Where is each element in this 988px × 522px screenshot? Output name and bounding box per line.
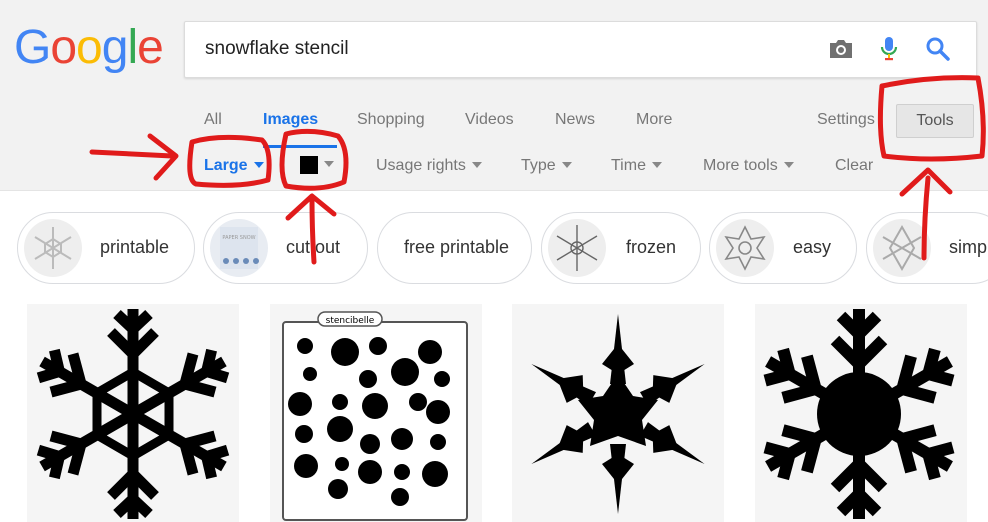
snowflake-image [27, 309, 239, 522]
logo-letter-g2: g [101, 21, 129, 74]
time-label: Time [611, 157, 646, 174]
chip-label: free printable [404, 237, 510, 257]
chip-thumbnail [24, 219, 82, 277]
type-dropdown[interactable]: Type [521, 157, 572, 175]
logo-letter-o1: o [50, 21, 77, 74]
tab-images[interactable]: Images [263, 111, 318, 129]
chip-easy[interactable]: easy [709, 212, 857, 284]
snowflake-icon [556, 225, 598, 271]
template-icon: PAPER SNOW [220, 227, 259, 269]
tab-more[interactable]: More [636, 111, 672, 129]
tab-news[interactable]: News [555, 111, 595, 129]
color-swatch [300, 156, 318, 174]
chip-free-printable[interactable]: free printable [377, 212, 532, 284]
chip-label: printable [100, 237, 170, 257]
snowflake-icon [724, 225, 766, 271]
caret-down-icon [561, 161, 572, 168]
type-label: Type [521, 157, 556, 174]
microphone-icon[interactable] [879, 35, 899, 63]
chip-cut-out[interactable]: PAPER SNOW cut out [203, 212, 368, 284]
caret-down-icon [651, 161, 662, 168]
size-filter-label: Large [204, 157, 248, 174]
search-box[interactable]: snowflake stencil [184, 21, 977, 78]
logo-letter-l: l [127, 21, 138, 74]
size-filter-dropdown[interactable]: Large [204, 157, 264, 175]
chip-thumbnail: PAPER SNOW [210, 219, 268, 277]
chip-frozen[interactable]: frozen [541, 212, 701, 284]
usage-rights-label: Usage rights [376, 157, 466, 174]
logo-letter-o2: o [76, 21, 103, 74]
caret-down-icon [783, 161, 794, 168]
logo-letter-e: e [137, 21, 164, 74]
google-logo[interactable]: Google [14, 20, 164, 76]
more-tools-label: More tools [703, 157, 778, 174]
snowflake-icon [882, 224, 922, 272]
caret-down-icon [471, 161, 482, 168]
time-dropdown[interactable]: Time [611, 157, 662, 175]
chip-thumbnail [716, 219, 774, 277]
svg-text:PAPER SNOW: PAPER SNOW [222, 235, 255, 241]
chip-thumbnail [548, 219, 606, 277]
settings-link[interactable]: Settings [817, 111, 875, 129]
chip-label: easy [793, 237, 832, 257]
active-tab-indicator [263, 145, 337, 148]
search-icon[interactable] [925, 36, 951, 62]
snowflake-image [755, 309, 967, 522]
tab-shopping[interactable]: Shopping [357, 111, 425, 129]
tools-button[interactable]: Tools [896, 104, 974, 138]
chip-simple[interactable]: simple [866, 212, 988, 284]
logo-letter-g: G [14, 21, 51, 74]
image-result[interactable] [512, 304, 724, 522]
usage-rights-dropdown[interactable]: Usage rights [376, 157, 482, 175]
stencil-sheet-image: stencibelle [282, 311, 468, 521]
image-result[interactable] [27, 304, 239, 522]
caret-down-icon [324, 161, 334, 167]
color-filter-dropdown[interactable] [300, 156, 334, 174]
tab-videos[interactable]: Videos [465, 111, 514, 129]
chip-printable[interactable]: printable [17, 212, 195, 284]
chip-label: frozen [626, 237, 677, 257]
tab-all[interactable]: All [204, 111, 222, 129]
camera-icon[interactable] [827, 37, 855, 61]
more-tools-dropdown[interactable]: More tools [703, 157, 794, 175]
search-input[interactable]: snowflake stencil [205, 38, 349, 60]
image-result[interactable]: stencibelle [270, 304, 482, 522]
chip-thumbnail [873, 219, 931, 277]
chip-label: simple [949, 237, 988, 257]
caret-down-icon [253, 161, 264, 168]
clear-button[interactable]: Clear [835, 157, 873, 175]
image-result[interactable] [755, 304, 967, 522]
snowflake-icon [34, 227, 72, 269]
stencil-watermark: stencibelle [326, 316, 375, 326]
chip-label: cut out [286, 237, 341, 257]
snowflake-image [523, 314, 713, 514]
